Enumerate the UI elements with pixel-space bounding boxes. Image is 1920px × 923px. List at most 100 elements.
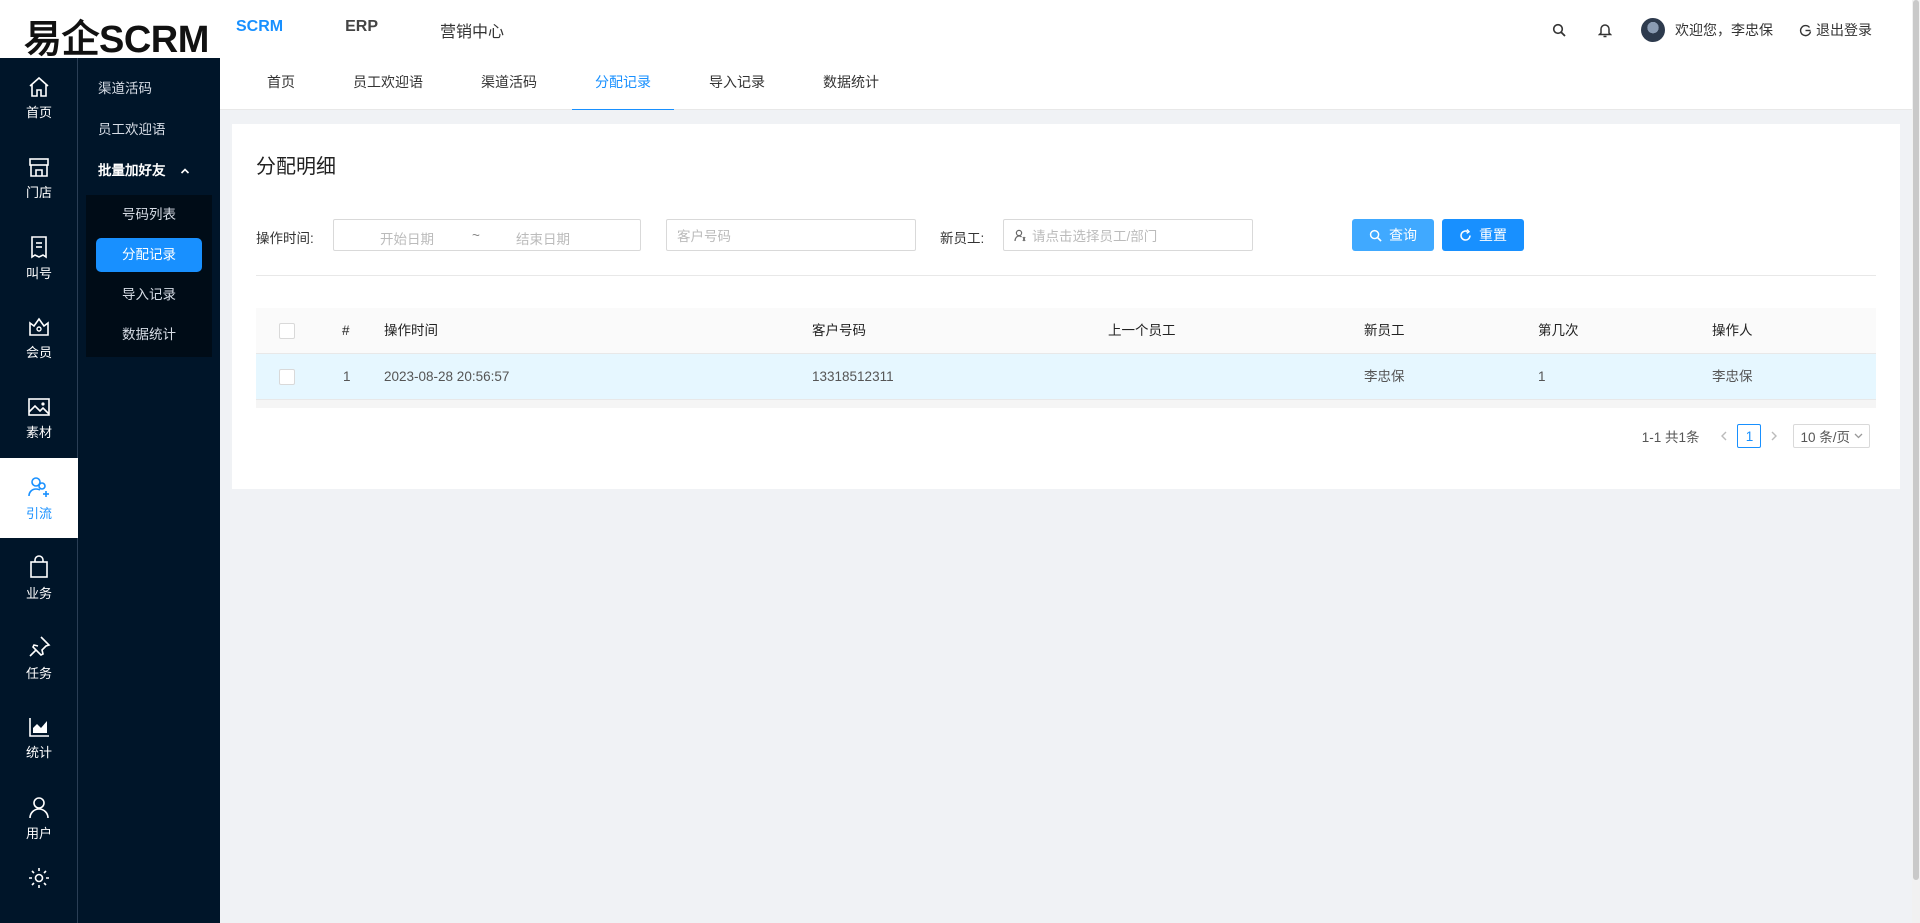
logout-icon xyxy=(1799,24,1812,36)
chevron-up-icon xyxy=(180,167,189,174)
chevron-left-icon xyxy=(1721,431,1727,440)
scrollbar-thumb[interactable] xyxy=(1913,0,1919,880)
select-all-checkbox[interactable] xyxy=(279,323,295,339)
sidebar-item-member[interactable]: 会员 xyxy=(0,298,78,378)
tab-data-stats[interactable]: 数据统计 xyxy=(800,58,902,110)
query-button[interactable]: 查询 xyxy=(1352,219,1434,251)
top-nav: SCRM ERP 营销中心 xyxy=(236,18,566,42)
tab-channel-code[interactable]: 渠道活码 xyxy=(458,58,560,110)
top-nav-marketing[interactable]: 营销中心 xyxy=(440,18,504,42)
welcome-text: 欢迎您，李忠保 xyxy=(1675,22,1773,38)
table-row[interactable]: 1 2023-08-28 20:56:57 13318512311 李忠保 1 … xyxy=(256,354,1876,400)
sub-sidebar: 渠道活码 员工欢迎语 批量加好友 号码列表 分配记录 导入记录 数据统计 xyxy=(78,58,220,923)
home-icon xyxy=(29,76,49,97)
sidebar-item-business[interactable]: 业务 xyxy=(0,538,78,618)
sub-group-batch-add[interactable]: 批量加好友 xyxy=(78,150,220,191)
divider xyxy=(256,275,1876,276)
top-nav-erp[interactable]: ERP xyxy=(345,18,378,42)
customer-number-input[interactable]: 客户号码 xyxy=(666,219,916,251)
col-times: 第几次 xyxy=(1538,323,1579,338)
user-select-icon xyxy=(1014,229,1026,241)
sidebar-item-queue[interactable]: 叫号 xyxy=(0,218,78,298)
sub-item-data-stats[interactable]: 数据统计 xyxy=(88,315,210,355)
pin-icon xyxy=(29,635,51,657)
page-number-button[interactable]: 1 xyxy=(1737,424,1762,448)
sub-item-import-record[interactable]: 导入记录 xyxy=(88,275,210,315)
sidebar-item-label: 叫号 xyxy=(25,265,52,281)
row-new-staff: 李忠保 xyxy=(1364,369,1405,384)
header-actions: 欢迎您，李忠保 退出登录 xyxy=(1549,18,1872,42)
row-operator: 李忠保 xyxy=(1712,369,1753,384)
sub-item-assign-record[interactable]: 分配记录 xyxy=(96,238,202,272)
table-footer-bar xyxy=(256,400,1876,408)
sidebar-item-label: 素材 xyxy=(25,424,52,440)
next-page-button[interactable] xyxy=(1765,429,1783,444)
sidebar-item-label: 引流 xyxy=(25,505,52,521)
sub-item-welcome[interactable]: 员工欢迎语 xyxy=(78,109,220,150)
tab-assign-record[interactable]: 分配记录 xyxy=(572,58,674,110)
app-logo: 易企SCRM xyxy=(24,19,209,61)
col-time: 操作时间 xyxy=(384,323,438,338)
reset-button[interactable]: 重置 xyxy=(1442,219,1524,251)
prev-page-button[interactable] xyxy=(1715,429,1733,444)
sidebar-item-stats[interactable]: 统计 xyxy=(0,698,78,778)
time-filter-label: 操作时间: xyxy=(256,231,314,246)
page-size-select[interactable]: 10 条/页 xyxy=(1793,424,1870,448)
end-date-input[interactable]: 结束日期 xyxy=(516,228,570,248)
page-size-value: 10 条/页 xyxy=(1800,430,1850,445)
page-tabs: 首页 员工欢迎语 渠道活码 分配记录 导入记录 数据统计 xyxy=(220,58,1912,110)
date-range-picker[interactable]: 开始日期 ~ 结束日期 xyxy=(333,219,641,251)
sidebar-item-label: 业务 xyxy=(25,585,52,601)
sidebar-item-label: 首页 xyxy=(25,104,52,120)
tab-import-record[interactable]: 导入记录 xyxy=(686,58,788,110)
tab-welcome[interactable]: 员工欢迎语 xyxy=(330,58,446,110)
logout-label: 退出登录 xyxy=(1816,22,1872,38)
table-header: # 操作时间 客户号码 上一个员工 新员工 第几次 操作人 xyxy=(256,308,1876,354)
col-operator: 操作人 xyxy=(1712,323,1753,338)
logout-button[interactable]: 退出登录 xyxy=(1799,20,1872,40)
sidebar-item-task[interactable]: 任务 xyxy=(0,618,78,698)
start-date-input[interactable]: 开始日期 xyxy=(380,228,434,248)
search-icon[interactable] xyxy=(1549,20,1569,40)
search-icon xyxy=(1369,229,1382,242)
pagination: 1-1 共1条 1 10 条/页 xyxy=(1642,424,1870,448)
reset-button-label: 重置 xyxy=(1479,227,1507,243)
chevron-right-icon xyxy=(1771,431,1778,440)
assign-table: # 操作时间 客户号码 上一个员工 新员工 第几次 操作人 1 2023-08-… xyxy=(256,308,1876,400)
bell-icon[interactable] xyxy=(1595,20,1615,40)
sidebar-item-store[interactable]: 门店 xyxy=(0,138,78,218)
user-icon xyxy=(29,796,49,818)
content-card: 分配明细 操作时间: 开始日期 ~ 结束日期 客户号码 新员工: 请点击选择员工… xyxy=(232,124,1900,489)
sidebar-item-label: 统计 xyxy=(25,744,52,760)
sidebar-item-settings[interactable] xyxy=(0,858,78,898)
sub-item-channel-code[interactable]: 渠道活码 xyxy=(78,68,220,109)
page-scrollbar[interactable] xyxy=(1912,0,1920,923)
sidebar-item-user[interactable]: 用户 xyxy=(0,778,78,858)
avatar[interactable] xyxy=(1641,18,1665,42)
sidebar-item-label: 会员 xyxy=(25,344,52,360)
tab-home[interactable]: 首页 xyxy=(244,58,318,110)
store-icon xyxy=(29,157,49,177)
filter-bar: 操作时间: 开始日期 ~ 结束日期 客户号码 新员工: 请点击选择员工/部门 查… xyxy=(256,219,1876,251)
page-title: 分配明细 xyxy=(256,156,336,178)
row-checkbox[interactable] xyxy=(279,369,295,385)
range-separator: ~ xyxy=(472,228,480,243)
users-add-icon xyxy=(28,476,49,497)
col-customer: 客户号码 xyxy=(812,323,866,338)
pagination-total: 1-1 共1条 xyxy=(1641,430,1700,445)
new-staff-label: 新员工: xyxy=(940,231,985,246)
sub-item-number-list[interactable]: 号码列表 xyxy=(88,195,210,235)
row-index: 1 xyxy=(343,369,351,384)
sidebar-item-material[interactable]: 素材 xyxy=(0,378,78,458)
image-icon xyxy=(28,397,50,416)
sidebar-item-traffic[interactable]: 引流 xyxy=(0,458,78,538)
sidebar-item-home[interactable]: 首页 xyxy=(0,58,78,138)
row-customer: 13318512311 xyxy=(812,369,894,384)
bag-icon xyxy=(30,554,48,578)
member-icon xyxy=(29,317,49,336)
sub-group-label: 批量加好友 xyxy=(98,163,166,178)
staff-select-input[interactable]: 请点击选择员工/部门 xyxy=(1003,219,1253,251)
chevron-down-icon xyxy=(1854,433,1863,439)
sidebar-item-label: 门店 xyxy=(25,184,52,200)
top-nav-scrm[interactable]: SCRM xyxy=(236,18,283,42)
